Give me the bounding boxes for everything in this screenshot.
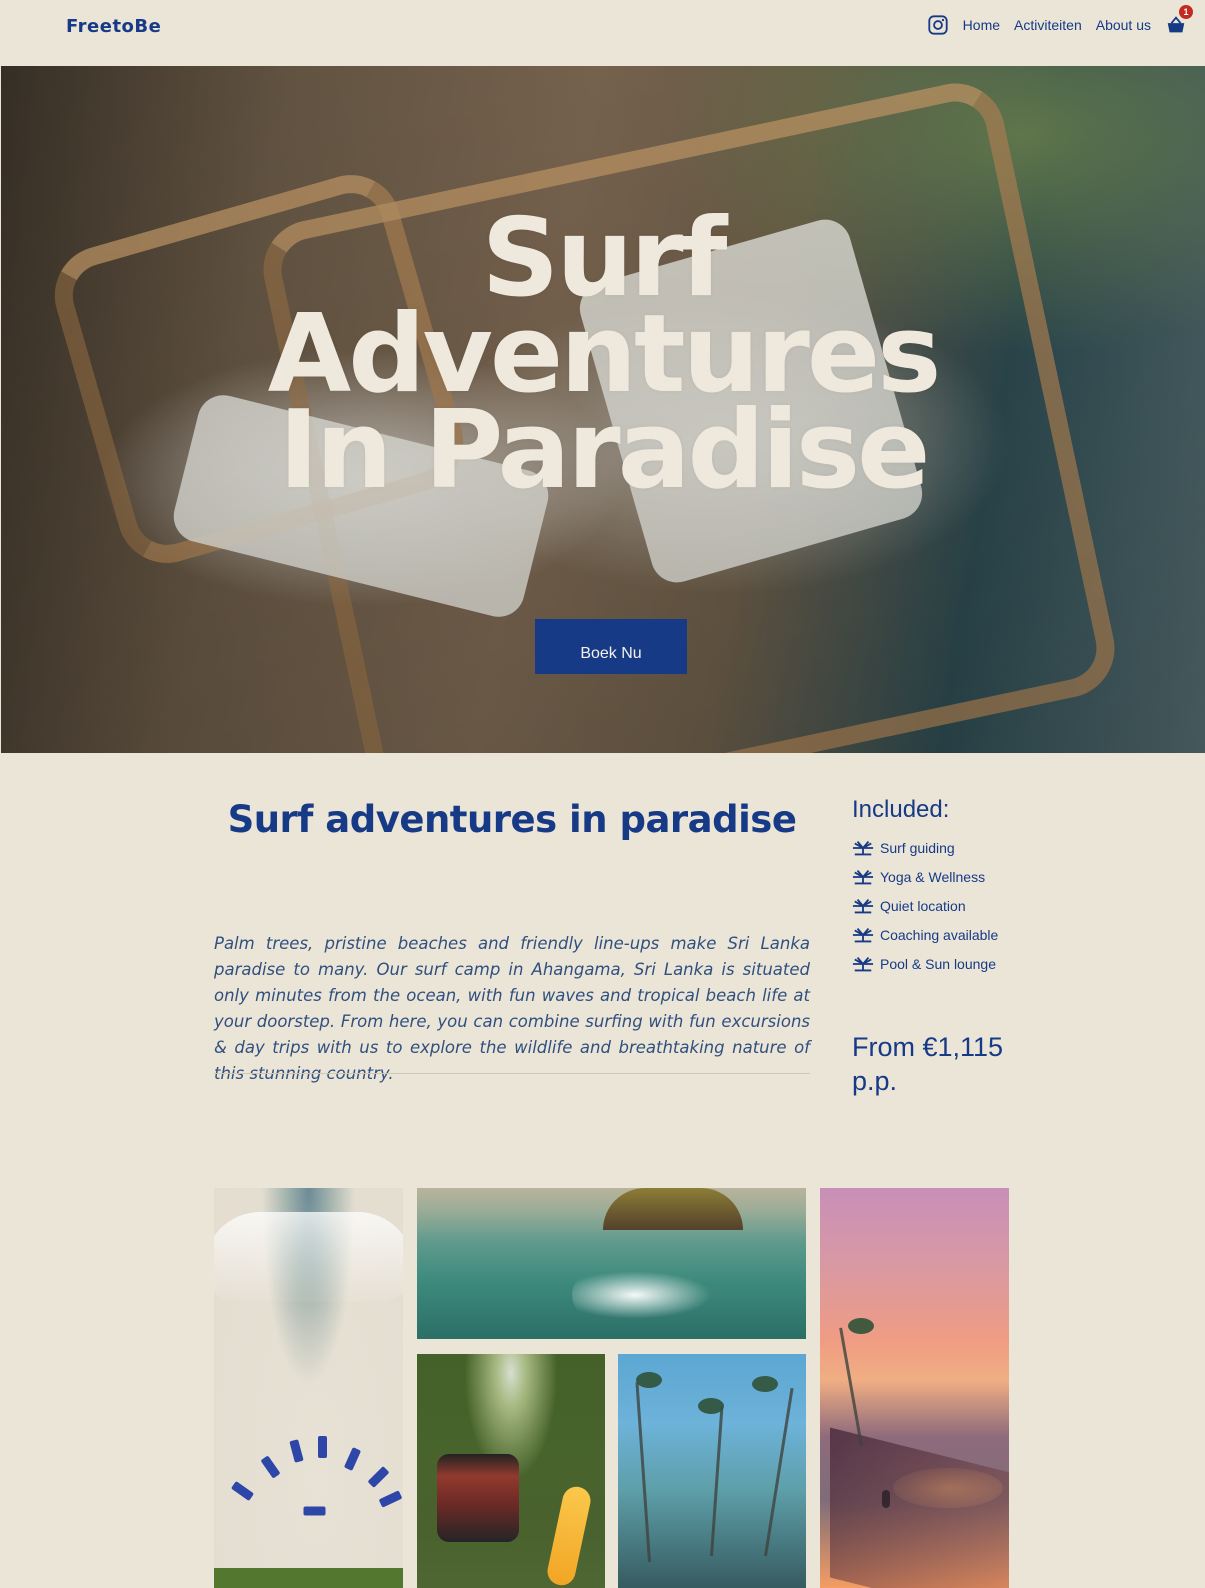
- intro-heading: Surf adventures in paradise: [227, 798, 797, 841]
- photo-rock-island: [603, 1188, 743, 1230]
- cart-button[interactable]: 1: [1165, 5, 1193, 36]
- photo-palm-top: [848, 1318, 874, 1334]
- photo-sun-glow: [893, 1468, 1003, 1508]
- included-item: Coaching available: [852, 927, 1072, 943]
- photo-tuktuk: [437, 1454, 519, 1542]
- gallery-photo-palm-trees[interactable]: [618, 1354, 806, 1588]
- palm-icon: [852, 869, 874, 885]
- hero-banner: Surf Adventures In Paradise Boek Nu: [1, 66, 1205, 753]
- gallery-photo-tuktuk-surfer[interactable]: [417, 1354, 605, 1588]
- photo-surfer: [882, 1490, 890, 1508]
- site-logo[interactable]: FreetoBe: [66, 16, 161, 37]
- included-item-label: Pool & Sun lounge: [880, 956, 996, 972]
- gallery-photo-beach-yoga[interactable]: [214, 1188, 403, 1588]
- photo-palm-top: [636, 1372, 662, 1388]
- photo-palm-trunk: [764, 1387, 794, 1557]
- included-item: Surf guiding: [852, 840, 1072, 856]
- included-item-label: Coaching available: [880, 927, 999, 943]
- photo-yoga-mat: [230, 1481, 255, 1501]
- gallery-photo-sunset-surfer[interactable]: [820, 1188, 1009, 1588]
- photo-palm-top: [752, 1376, 778, 1392]
- photo-palm-trunk: [710, 1406, 724, 1557]
- photo-palm-trunk: [839, 1327, 863, 1447]
- photo-wave-crest: [572, 1271, 712, 1319]
- photo-yoga-mat: [378, 1490, 403, 1508]
- nav-home-link[interactable]: Home: [963, 17, 1000, 33]
- palm-icon: [852, 956, 874, 972]
- included-item-label: Surf guiding: [880, 840, 955, 856]
- included-list: Surf guiding Yoga & Wellness Quiet locat…: [852, 840, 1072, 972]
- photo-yoga-mat: [367, 1466, 390, 1488]
- photo-yoga-mat: [303, 1506, 326, 1516]
- included-item: Quiet location: [852, 898, 1072, 914]
- gallery-photo-surf-wave[interactable]: [417, 1188, 806, 1339]
- main-nav: Home Activiteiten About us 1: [927, 5, 1193, 36]
- intro-paragraph: Palm trees, pristine beaches and friendl…: [214, 934, 810, 1083]
- included-heading: Included:: [852, 796, 950, 823]
- palm-icon: [852, 840, 874, 856]
- nav-activiteiten-link[interactable]: Activiteiten: [1014, 17, 1082, 33]
- photo-yoga-mat: [343, 1447, 362, 1471]
- photo-yoga-mat: [289, 1439, 304, 1463]
- cart-count-badge: 1: [1179, 5, 1193, 19]
- photo-palm-top: [698, 1398, 724, 1414]
- included-item-label: Yoga & Wellness: [880, 869, 986, 885]
- hero-title-line: In Paradise: [278, 388, 931, 513]
- included-item: Pool & Sun lounge: [852, 956, 1072, 972]
- price-label: From €1,115 p.p.: [852, 1032, 1004, 1096]
- photo-shore: [830, 1427, 1009, 1588]
- palm-icon: [852, 898, 874, 914]
- instagram-icon[interactable]: [927, 14, 949, 36]
- included-item: Yoga & Wellness: [852, 869, 1072, 885]
- photo-yoga-mat: [318, 1436, 327, 1458]
- site-header: FreetoBe Home Activiteiten About us 1: [0, 0, 1205, 66]
- content-divider: [214, 1073, 810, 1074]
- palm-icon: [852, 927, 874, 943]
- hero-title: Surf Adventures In Paradise: [1, 205, 1205, 513]
- photo-yoga-mat: [260, 1455, 281, 1479]
- photo-surfboard: [544, 1484, 594, 1588]
- nav-about-link[interactable]: About us: [1096, 17, 1151, 33]
- photo-palm-trunk: [635, 1382, 651, 1563]
- photo-wave-foam: [214, 1212, 403, 1302]
- book-now-button[interactable]: Boek Nu: [535, 619, 687, 674]
- included-item-label: Quiet location: [880, 898, 966, 914]
- photo-grass-strip: [214, 1568, 403, 1588]
- included-panel: Included: Surf guiding Yoga & Wellness Q…: [852, 796, 1072, 985]
